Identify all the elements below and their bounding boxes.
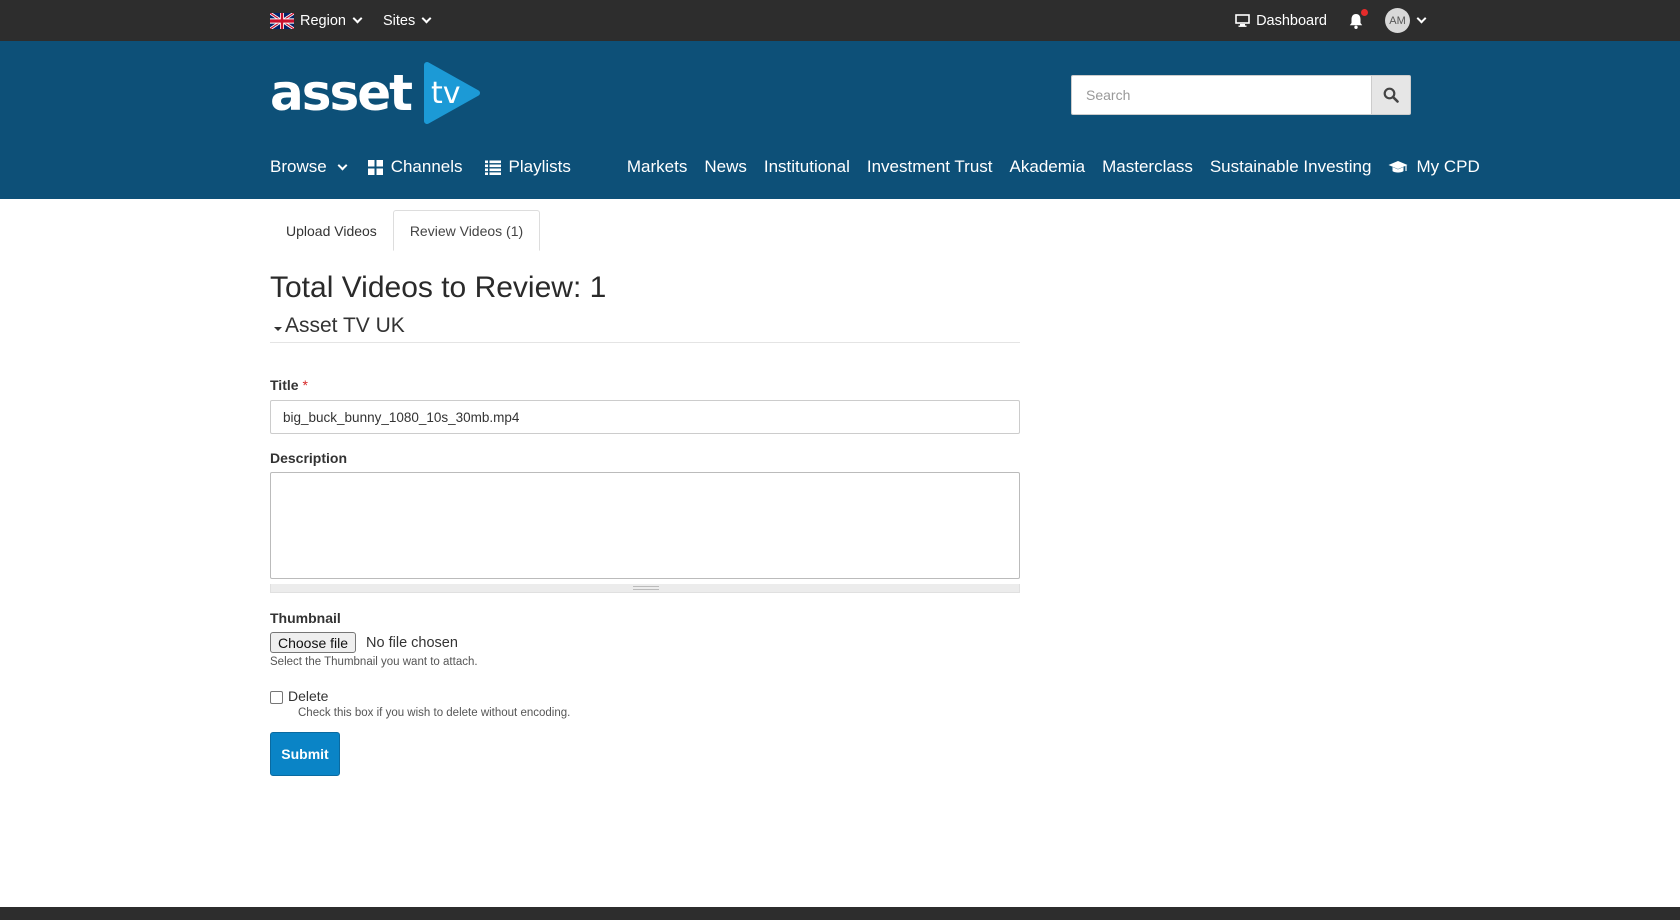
logo-wordmark: asset <box>270 64 413 122</box>
delete-checkbox[interactable] <box>270 691 283 704</box>
title-field: Title * <box>270 377 1020 434</box>
notification-badge <box>1361 8 1368 16</box>
chevron-down-icon <box>337 160 348 170</box>
thumbnail-label: Thumbnail <box>270 610 341 626</box>
nav-browse[interactable]: Browse <box>270 157 348 177</box>
delete-field: Delete Check this box if you wish to del… <box>270 688 1020 719</box>
required-marker: * <box>302 377 308 393</box>
nav-my-cpd[interactable]: My CPD <box>1388 157 1480 177</box>
nav-playlists[interactable]: Playlists <box>484 157 571 177</box>
no-file-text: No file chosen <box>366 634 458 651</box>
nav-news[interactable]: News <box>704 157 747 177</box>
delete-label: Delete <box>288 688 329 704</box>
caret-down-icon <box>274 327 282 331</box>
sites-dropdown[interactable]: Sites <box>382 12 432 29</box>
nav-channels[interactable]: Channels <box>367 157 463 177</box>
submit-button[interactable]: Submit <box>270 732 340 776</box>
search-bar <box>1071 75 1411 115</box>
region-label: Region <box>300 12 346 29</box>
group-name: Asset TV UK <box>285 314 405 337</box>
description-label: Description <box>270 450 348 466</box>
nav-masterclass[interactable]: Masterclass <box>1102 157 1193 177</box>
uk-flag-icon <box>270 12 294 29</box>
search-input[interactable] <box>1071 75 1371 115</box>
footer-bar <box>0 907 1680 920</box>
nav-sustainable-investing[interactable]: Sustainable Investing <box>1210 157 1372 177</box>
file-picker: Choose file No file chosen <box>270 632 1020 653</box>
thumbnail-field: Thumbnail Choose file No file chosen Sel… <box>270 610 1020 668</box>
asset-tv-logo[interactable]: asset tv <box>270 61 481 125</box>
sites-label: Sites <box>382 12 416 29</box>
nav-investment-trust[interactable]: Investment Trust <box>867 157 993 177</box>
textarea-resize-grip[interactable] <box>270 584 1020 593</box>
review-tabs: Upload Videos Review Videos (1) <box>270 210 541 251</box>
dashboard-label: Dashboard <box>1256 12 1327 29</box>
search-button[interactable] <box>1371 75 1411 115</box>
nav-akademia[interactable]: Akademia <box>1010 157 1086 177</box>
page-title: Total Videos to Review: 1 <box>270 271 607 304</box>
chevron-down-icon <box>352 13 363 24</box>
utility-bar: Region Sites Dashboard AM <box>0 0 1680 41</box>
nav-playlists-label: Playlists <box>508 157 571 176</box>
main-nav: Browse Channels Playlists Markets News I… <box>270 154 1480 180</box>
logo-mark-text: tv <box>431 76 461 111</box>
tab-review-videos[interactable]: Review Videos (1) <box>392 210 541 251</box>
title-input[interactable] <box>270 400 1020 434</box>
chevron-down-icon <box>421 13 432 24</box>
title-label: Title <box>270 377 299 393</box>
thumbnail-help: Select the Thumbnail you want to attach. <box>270 656 478 668</box>
monitor-icon <box>1235 14 1250 27</box>
search-icon <box>1383 87 1399 103</box>
group-toggle[interactable]: Asset TV UK <box>270 314 1020 343</box>
description-textarea[interactable] <box>270 472 1020 579</box>
delete-help: Check this box if you wish to delete wit… <box>298 707 571 719</box>
nav-my-cpd-label: My CPD <box>1416 157 1480 176</box>
notifications-button[interactable] <box>1347 8 1368 30</box>
list-icon <box>484 160 501 175</box>
nav-browse-label: Browse <box>270 157 327 176</box>
dashboard-link[interactable]: Dashboard <box>1235 13 1327 29</box>
description-field: Description <box>270 450 1020 593</box>
region-dropdown[interactable]: Region <box>270 12 363 29</box>
site-header: asset tv Browse Channels <box>0 41 1680 199</box>
title-label-row: Title * <box>270 377 1020 393</box>
nav-channels-label: Channels <box>390 157 463 176</box>
graduation-cap-icon <box>1388 160 1408 172</box>
delete-row: Delete <box>270 688 1020 704</box>
nav-markets[interactable]: Markets <box>627 157 687 177</box>
chevron-down-icon <box>1416 13 1427 24</box>
grid-icon <box>367 159 383 175</box>
review-form-section: Total Videos to Review: 1 Asset TV UK Ti… <box>270 270 1020 776</box>
choose-file-button[interactable]: Choose file <box>270 632 357 653</box>
tab-upload-videos[interactable]: Upload Videos <box>270 210 393 251</box>
avatar: AM <box>1385 8 1410 33</box>
user-menu[interactable]: AM <box>1385 8 1427 33</box>
nav-institutional[interactable]: Institutional <box>764 157 850 177</box>
logo-play-icon: tv <box>424 62 481 124</box>
